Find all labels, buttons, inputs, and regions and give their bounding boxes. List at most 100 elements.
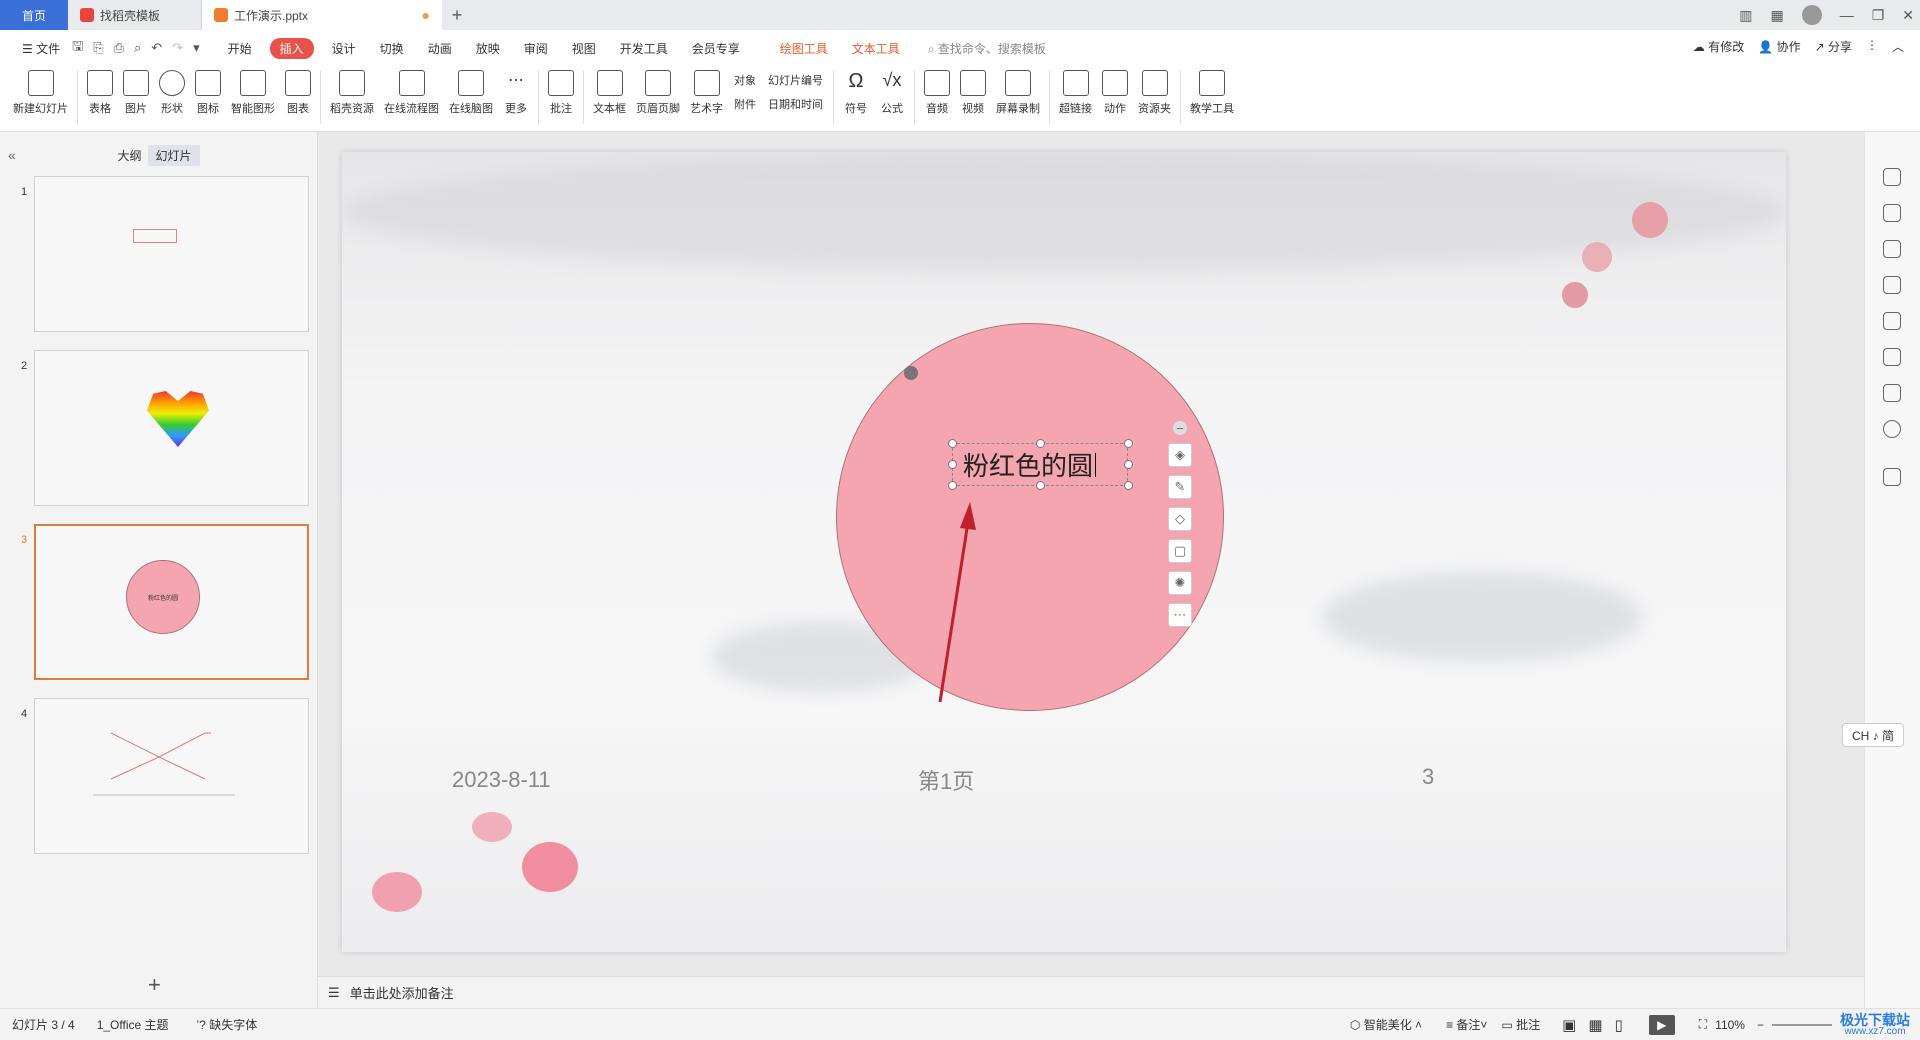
docer-resource-button[interactable]: 稻壳资源 xyxy=(330,70,374,116)
checklist-icon[interactable] xyxy=(1883,468,1901,486)
avatar[interactable] xyxy=(1801,5,1822,25)
resize-handle[interactable] xyxy=(1124,481,1133,490)
footer-date[interactable]: 2023-8-11 xyxy=(452,767,551,793)
theme-name[interactable]: 1_Office 主题 xyxy=(97,1016,169,1033)
menu-design[interactable]: 设计 xyxy=(332,40,356,57)
slide-canvas[interactable]: 粉红色的圆 − ◈ ✎ ◇ ▢ ✺ ⋯ 2023-8-11 第1页 3 xyxy=(342,152,1786,952)
apps-grid-icon[interactable]: ▦ xyxy=(1770,7,1783,24)
slide-thumbnail-3[interactable]: 粉红色的圆 xyxy=(34,524,309,680)
copy-icon[interactable] xyxy=(1883,276,1901,294)
table-button[interactable]: 表格 xyxy=(87,70,113,116)
action-button[interactable]: 动作 xyxy=(1102,70,1128,116)
sparkle-icon[interactable] xyxy=(1883,168,1901,186)
icon-button[interactable]: 图标 xyxy=(195,70,221,116)
footer-number[interactable]: 3 xyxy=(1422,764,1434,790)
pink-circle-shape[interactable] xyxy=(836,323,1224,711)
ime-indicator[interactable]: CH ♪ 简 xyxy=(1842,723,1904,747)
image-icon[interactable] xyxy=(1883,312,1901,330)
share-button[interactable]: ↗ 分享 xyxy=(1815,38,1852,55)
menu-transition[interactable]: 切换 xyxy=(380,40,404,57)
dropdown-icon[interactable]: ▾ xyxy=(193,40,200,56)
close-icon[interactable]: ✕ xyxy=(1902,7,1914,24)
restore-icon[interactable]: ❐ xyxy=(1872,7,1885,24)
resize-handle[interactable] xyxy=(1036,481,1045,490)
command-search[interactable]: ⌕ 查找命令、搜索模板 xyxy=(928,40,1046,57)
shape-button[interactable]: 形状 xyxy=(159,70,185,116)
menu-insert[interactable]: 插入 xyxy=(269,37,314,59)
footer-page[interactable]: 第1页 xyxy=(918,764,974,796)
resize-handle[interactable] xyxy=(1124,439,1133,448)
export-icon[interactable]: ⎘ xyxy=(93,40,103,56)
menu-view[interactable]: 视图 xyxy=(572,40,596,57)
more-options-icon[interactable]: ⋯ xyxy=(1168,603,1192,627)
tab-outline[interactable]: 大纲 xyxy=(117,147,141,164)
collapse-toolbar-icon[interactable]: − xyxy=(1173,421,1187,436)
missing-font-button[interactable]: ʼ? 缺失字体 xyxy=(197,1016,258,1033)
tab-slides[interactable]: 幻灯片 xyxy=(147,144,200,166)
compass-icon[interactable] xyxy=(1883,348,1901,366)
tab-template[interactable]: 找稻壳模板 xyxy=(68,0,202,30)
menu-developer[interactable]: 开发工具 xyxy=(620,40,668,57)
wordart-button[interactable]: 艺术字 xyxy=(690,70,723,116)
save-icon[interactable]: 🖫 xyxy=(72,37,83,59)
symbol-button[interactable]: Ω 符号 xyxy=(843,70,869,116)
file-menu[interactable]: ☰ 文件 xyxy=(22,40,60,57)
collapse-panel-icon[interactable]: « xyxy=(8,147,16,163)
notes-bar[interactable]: ☰ 单击此处添加备注 xyxy=(318,976,1864,1008)
slide-thumbnail-1[interactable] xyxy=(34,176,309,332)
chart-button[interactable]: 图表 xyxy=(285,70,311,116)
normal-view-icon[interactable]: ▣ xyxy=(1562,1016,1576,1034)
resource-folder-button[interactable]: 资源夹 xyxy=(1138,70,1171,116)
book-icon[interactable] xyxy=(1883,384,1901,402)
more-icon[interactable]: ⋮ xyxy=(1866,38,1878,55)
fit-icon[interactable]: ⛶ xyxy=(1699,1017,1707,1032)
zoom-out-button[interactable]: − xyxy=(1757,1018,1764,1032)
status-comment-button[interactable]: ▭ 批注 xyxy=(1501,1016,1540,1033)
zoom-level[interactable]: 110% xyxy=(1715,1018,1745,1032)
remark-button[interactable]: ≡ 备注˅ xyxy=(1446,1016,1487,1033)
add-slide-button[interactable]: + xyxy=(148,972,161,998)
resize-handle[interactable] xyxy=(948,439,957,448)
date-time-button[interactable]: 日期和时间 xyxy=(768,96,823,112)
pin-icon[interactable] xyxy=(1883,240,1901,258)
comment-button[interactable]: 批注 xyxy=(548,70,574,116)
new-tab-button[interactable]: + xyxy=(442,5,472,26)
slide-thumbnail-4[interactable] xyxy=(34,698,309,854)
screen-record-button[interactable]: 屏幕录制 xyxy=(996,70,1040,116)
tab-home[interactable]: 首页 xyxy=(0,0,68,30)
zoom-slider[interactable] xyxy=(1772,1023,1832,1026)
resize-handle[interactable] xyxy=(1036,439,1045,448)
tab-document[interactable]: 工作演示.pptx ● xyxy=(202,0,442,30)
sorter-view-icon[interactable]: ▦ xyxy=(1588,1016,1602,1034)
fill-bucket-icon[interactable]: ◇ xyxy=(1168,507,1192,531)
modified-button[interactable]: ☁ 有修改 xyxy=(1693,38,1744,55)
resize-handle[interactable] xyxy=(1124,460,1133,469)
outline-pen-icon[interactable]: ✎ xyxy=(1168,475,1192,499)
menu-review[interactable]: 审阅 xyxy=(524,40,548,57)
picture-button[interactable]: 图片 xyxy=(123,70,149,116)
hyperlink-button[interactable]: 超链接 xyxy=(1059,70,1092,116)
smart-beautify-button[interactable]: ⬡ 智能美化 ˄ xyxy=(1350,1016,1422,1033)
video-button[interactable]: 视频 xyxy=(960,70,986,116)
textbox-button[interactable]: 文本框 xyxy=(593,70,626,116)
adjust-icon[interactable] xyxy=(1883,204,1901,222)
smartart-button[interactable]: 智能图形 xyxy=(231,70,275,116)
new-slide-button[interactable]: 新建幻灯片 xyxy=(13,70,68,116)
resize-handle[interactable] xyxy=(948,460,957,469)
menu-start[interactable]: 开始 xyxy=(228,40,252,57)
teaching-tools-button[interactable]: 教学工具 xyxy=(1190,70,1234,116)
reading-view-icon[interactable]: ▯ xyxy=(1615,1016,1623,1034)
slide-thumbnail-2[interactable] xyxy=(34,350,309,506)
header-footer-button[interactable]: 页眉页脚 xyxy=(636,70,680,116)
object-button[interactable]: 对象 xyxy=(734,72,756,88)
text-box[interactable]: 粉红色的圆 xyxy=(952,443,1128,486)
layer-icon[interactable]: ◈ xyxy=(1168,443,1192,467)
preview-icon[interactable]: ⌕ xyxy=(134,40,141,56)
collapse-ribbon-icon[interactable]: ︿ xyxy=(1892,38,1904,55)
slide-number-button[interactable]: 幻灯片编号 xyxy=(768,72,823,88)
print-icon[interactable]: ⎙ xyxy=(114,40,124,56)
layout-icon[interactable]: ▥ xyxy=(1739,7,1752,24)
menu-drawing-tools[interactable]: 绘图工具 xyxy=(780,40,828,57)
collaborate-button[interactable]: 👤 协作 xyxy=(1758,38,1800,55)
frame-icon[interactable]: ▢ xyxy=(1168,539,1192,563)
